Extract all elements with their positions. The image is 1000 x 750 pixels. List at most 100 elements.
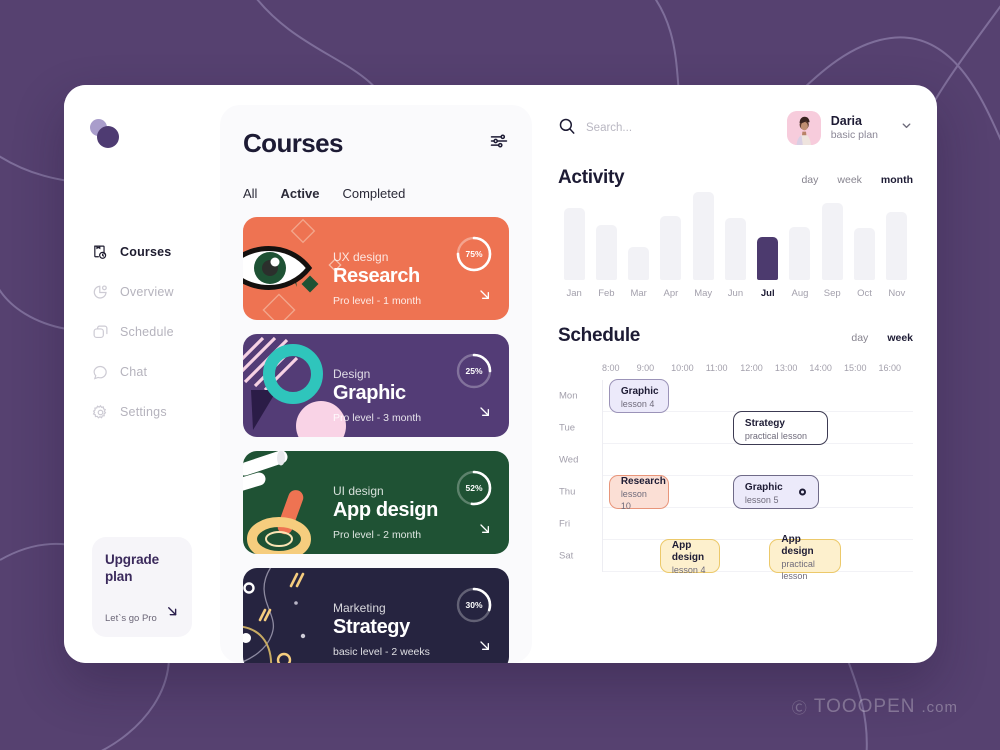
sidebar-item-label: Settings — [120, 405, 167, 419]
bar-label: Jan — [566, 288, 582, 299]
bar-label: Aug — [791, 288, 809, 299]
schedule-section: Schedule day week 8:00 9:00 10:00 11:00 12:0… — [558, 325, 913, 581]
bar — [692, 192, 714, 280]
schedule-row: Tue Strategy practical lesson — [559, 410, 913, 445]
bar — [821, 203, 843, 280]
schedule-row: Fri — [559, 508, 913, 540]
bar-column[interactable]: May — [687, 192, 719, 299]
event-subtitle: practical lesson — [744, 430, 807, 441]
schedule-event[interactable]: App design practical lesson — [769, 534, 841, 581]
arrow-down-right-icon[interactable] — [477, 638, 493, 659]
schedule-row: Wed — [559, 444, 913, 476]
arrow-down-right-icon[interactable] — [477, 287, 493, 308]
progress-ring: 30% — [455, 586, 493, 624]
event-title: App design — [671, 539, 705, 563]
day-label: Wed — [559, 454, 579, 465]
bar-column[interactable]: Jun — [719, 218, 751, 299]
schedule-time-header: 8:00 9:00 10:00 11:00 12:00 13:00 14:00 15:00 16… — [558, 363, 913, 373]
schedule-range-day[interactable]: day — [851, 332, 868, 344]
schedule-range-toggle: day week — [851, 332, 913, 347]
activity-range-month[interactable]: month — [881, 174, 913, 186]
schedule-grid: 8:00 9:00 10:00 11:00 12:00 13:00 14:00 15:00 16… — [558, 363, 913, 581]
tab-active[interactable]: Active — [280, 186, 319, 201]
progress-ring: 25% — [455, 352, 493, 390]
sidebar-item-schedule[interactable]: Schedule — [64, 312, 220, 352]
activity-range-day[interactable]: day — [801, 174, 818, 186]
time-label: 14:00 — [809, 363, 832, 373]
course-card[interactable]: UI design App design Pro level - 2 month… — [243, 451, 509, 554]
bar-label: Jun — [727, 288, 744, 299]
bar-column[interactable]: Mar — [623, 247, 655, 299]
schedule-event[interactable]: Strategy practical lesson — [732, 410, 828, 445]
progress-label: 25% — [465, 366, 483, 376]
time-label: 15:00 — [843, 363, 867, 373]
bar-label: Feb — [598, 288, 615, 299]
course-card[interactable]: UX design Research Pro level - 1 month 7… — [243, 217, 509, 320]
course-card[interactable]: Marketing Strategy basic level - 2 weeks… — [243, 568, 509, 663]
sidebar-item-label: Overview — [120, 285, 174, 299]
bar — [789, 227, 811, 280]
bar-column[interactable]: Apr — [655, 216, 687, 299]
sidebar-item-courses[interactable]: Courses — [64, 232, 220, 272]
schedule-event[interactable]: Research lesson 10 — [608, 474, 670, 511]
profile-menu[interactable]: Daria basic plan — [786, 111, 913, 145]
bar-column[interactable]: Sep — [816, 203, 848, 299]
bar — [595, 225, 617, 280]
search-bar[interactable] — [558, 117, 736, 140]
schedule-title: Schedule — [558, 325, 641, 346]
bar-column[interactable]: Oct — [848, 228, 880, 299]
bar — [628, 247, 650, 280]
schedule-event[interactable]: Graphic lesson 5 — [732, 474, 819, 509]
chat-icon — [92, 364, 109, 381]
profile-name: Daria — [830, 113, 862, 128]
schedule-row: Thu Research lesson 10 Graphic lesson 5 — [559, 474, 913, 511]
profile-plan: basic plan — [830, 129, 878, 142]
arrow-down-right-icon[interactable] — [477, 404, 493, 425]
upgrade-title: Upgrade plan — [105, 552, 160, 585]
course-card[interactable]: Design Graphic Pro level - 3 month 25% — [243, 334, 509, 437]
bar-column[interactable]: Nov — [881, 212, 913, 299]
bar-column[interactable]: Jan — [558, 208, 590, 299]
bar — [660, 216, 682, 280]
bar-label: Nov — [888, 288, 906, 299]
event-title: Strategy — [744, 417, 785, 429]
sidebar-item-label: Courses — [120, 245, 172, 259]
bar-label: Oct — [857, 288, 872, 299]
schedule-event[interactable]: Graphic lesson 4 — [608, 378, 670, 413]
tab-all[interactable]: All — [243, 186, 257, 201]
course-meta: Pro level - 1 month — [333, 295, 422, 307]
watermark: Ⓒ TOOOPEN .com — [792, 696, 958, 718]
sidebar-item-label: Chat — [120, 365, 148, 379]
day-label: Sat — [559, 550, 574, 561]
event-status-dot — [798, 488, 806, 495]
filter-sliders-icon[interactable] — [489, 131, 509, 156]
bar — [563, 208, 585, 280]
bar-label: Mar — [630, 288, 647, 299]
event-title: Graphic — [620, 385, 659, 397]
bar-label: Apr — [663, 288, 679, 299]
courses-tabs: All Active Completed — [243, 186, 509, 201]
search-input[interactable] — [586, 122, 736, 134]
activity-range-toggle: day week month — [801, 174, 913, 189]
schedule-range-week[interactable]: week — [887, 332, 913, 344]
app-window: Courses Overview Schedule Chat Settings … — [64, 85, 937, 663]
schedule-event[interactable]: App design lesson 4 — [659, 538, 721, 575]
upgrade-plan-card[interactable]: Upgrade plan Let`s go Pro — [92, 537, 192, 637]
sidebar-item-settings[interactable]: Settings — [64, 392, 220, 432]
arrow-down-right-icon[interactable] — [477, 521, 493, 542]
bar-column[interactable]: Aug — [784, 227, 816, 299]
upgrade-subtitle: Let`s go Pro — [105, 612, 157, 624]
time-label: 16:00 — [878, 363, 902, 373]
bar-column[interactable]: Jul — [752, 237, 784, 299]
chevron-down-icon[interactable] — [900, 119, 913, 137]
tab-completed[interactable]: Completed — [342, 186, 405, 201]
app-logo[interactable] — [90, 119, 124, 151]
sidebar-nav: Courses Overview Schedule Chat Settings — [64, 232, 220, 432]
activity-range-week[interactable]: week — [837, 174, 862, 186]
sidebar-item-overview[interactable]: Overview — [64, 272, 220, 312]
activity-bar-chart: Jan Feb Mar Apr May Jun Jul Aug Sep Oct Nov — [558, 189, 913, 299]
courses-panel: Courses All Active Completed UX design R… — [220, 105, 532, 663]
event-title: Research — [620, 476, 666, 488]
bar-column[interactable]: Feb — [590, 225, 622, 299]
sidebar-item-chat[interactable]: Chat — [64, 352, 220, 392]
